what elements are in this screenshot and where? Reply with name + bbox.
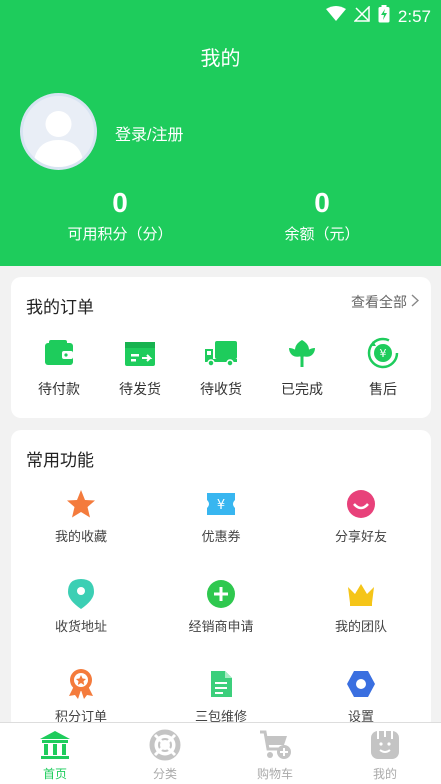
view-all-label: 查看全部	[351, 294, 407, 310]
order-completed-label: 已完成	[281, 381, 323, 397]
svg-text:¥: ¥	[380, 347, 387, 360]
tab-cart-label: 购物车	[256, 767, 293, 781]
order-pending-shipment-label: 待发货	[119, 381, 161, 397]
coupon-icon: ¥	[156, 488, 286, 520]
orders-card: 我的订单 查看全部 待付款 待发货 待收货 已完成 ¥ 售后	[11, 277, 431, 418]
order-pending-receipt[interactable]: 待收货	[181, 337, 261, 399]
func-dealer-apply-label: 经销商申请	[188, 619, 254, 634]
func-address[interactable]: 收货地址	[16, 578, 146, 635]
star-icon	[16, 488, 146, 520]
points-value: 0	[112, 187, 128, 218]
login-register-link[interactable]: 登录/注册	[115, 121, 183, 145]
smile-icon	[296, 488, 426, 520]
home-icon	[0, 729, 110, 761]
no-signal-icon	[353, 5, 370, 27]
tab-category-label: 分类	[152, 767, 177, 781]
func-points-orders[interactable]: 积分订单	[16, 668, 146, 725]
box-icon	[100, 337, 180, 369]
func-coupons-label: 优惠券	[201, 529, 241, 544]
tab-category[interactable]: 分类	[110, 729, 220, 782]
order-after-sales[interactable]: ¥ 售后	[343, 337, 423, 399]
func-my-team[interactable]: 我的团队	[296, 578, 426, 635]
bottom-tab-bar: 首页 分类 购物车 我的	[0, 722, 441, 784]
order-pending-shipment[interactable]: 待发货	[100, 337, 180, 399]
profile-header: 2:57 我的 登录/注册 0 可用积分（分） 0 余额（元）	[0, 0, 441, 266]
func-favorites-label: 我的收藏	[54, 529, 107, 544]
func-share-friends[interactable]: 分享好友	[296, 488, 426, 545]
points-stat[interactable]: 0 可用积分（分）	[20, 186, 220, 244]
battery-icon	[378, 5, 390, 28]
chevron-right-icon	[411, 294, 420, 310]
balance-value: 0	[314, 187, 330, 218]
functions-title: 常用功能	[26, 451, 94, 470]
balance-stat[interactable]: 0 余额（元）	[222, 186, 422, 244]
balance-label: 余额（元）	[284, 226, 360, 243]
tab-home-label: 首页	[42, 767, 67, 781]
avatar-placeholder-icon	[33, 111, 84, 167]
settings-icon	[296, 668, 426, 700]
func-warranty-repair[interactable]: 三包维修	[156, 668, 286, 725]
tab-profile-label: 我的	[372, 767, 397, 781]
func-my-team-label: 我的团队	[334, 619, 387, 634]
medal-icon	[16, 668, 146, 700]
func-coupons[interactable]: ¥ 优惠券	[156, 488, 286, 545]
orders-title: 我的订单	[26, 298, 94, 317]
cart-icon	[220, 729, 330, 761]
category-icon	[110, 729, 220, 761]
flower-icon	[262, 337, 342, 369]
truck-icon	[181, 337, 261, 369]
page-title: 我的	[200, 48, 241, 70]
status-time: 2:57	[397, 6, 431, 26]
tab-profile[interactable]: 我的	[330, 729, 440, 782]
svg-text:¥: ¥	[217, 498, 225, 513]
func-address-label: 收货地址	[54, 619, 107, 634]
profile-icon	[330, 729, 440, 761]
document-icon	[156, 668, 286, 700]
func-dealer-apply[interactable]: 经销商申请	[156, 578, 286, 635]
status-bar: 2:57	[0, 0, 441, 30]
view-all-orders-link[interactable]: 查看全部	[351, 292, 420, 312]
plus-icon	[156, 578, 286, 610]
location-icon	[16, 578, 146, 610]
order-completed[interactable]: 已完成	[262, 337, 342, 399]
avatar[interactable]	[20, 93, 97, 170]
func-settings[interactable]: 设置	[296, 668, 426, 725]
order-pending-receipt-label: 待收货	[200, 381, 242, 397]
functions-card: 常用功能 我的收藏 ¥ 优惠券 分享好友 收货地址 经销商申请 我的团队 积分订…	[11, 430, 431, 730]
func-share-friends-label: 分享好友	[334, 529, 387, 544]
wifi-icon	[325, 6, 346, 27]
tab-home[interactable]: 首页	[0, 729, 110, 782]
func-favorites[interactable]: 我的收藏	[16, 488, 146, 545]
refund-icon: ¥	[343, 337, 423, 369]
points-label: 可用积分（分）	[67, 226, 173, 243]
order-pending-payment-label: 待付款	[38, 381, 80, 397]
order-pending-payment[interactable]: 待付款	[19, 337, 99, 399]
wallet-icon	[19, 337, 99, 369]
order-after-sales-label: 售后	[369, 381, 397, 397]
crown-icon	[296, 578, 426, 610]
tab-cart[interactable]: 购物车	[220, 729, 330, 782]
